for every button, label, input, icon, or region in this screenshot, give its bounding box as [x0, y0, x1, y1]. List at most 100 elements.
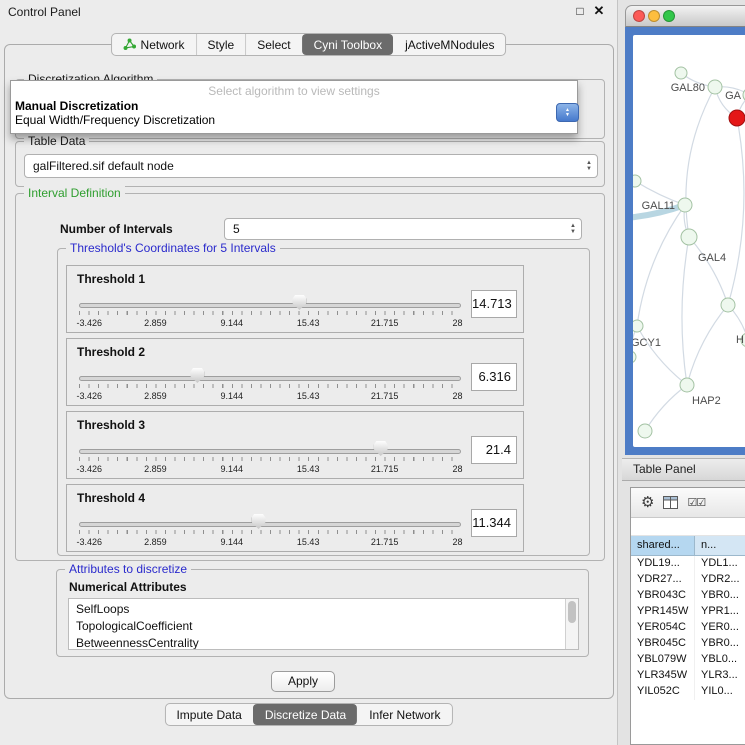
table-row[interactable]: YBR043CYBR0... — [631, 588, 745, 604]
threshold-slider[interactable]: -3.4262.8599.14415.4321.71528 — [79, 294, 461, 330]
network-node-gcy1[interactable] — [633, 320, 643, 332]
table-data-group: Table Data galFiltered.sif default node … — [15, 141, 605, 187]
table-panel-titlebar[interactable]: Table Panel — [622, 458, 745, 481]
table-filter-row — [631, 518, 745, 536]
combo-stepper-icon: ▲ ▼ — [567, 224, 581, 235]
slider-scale: -3.4262.8599.14415.4321.71528 — [79, 391, 461, 403]
network-edge[interactable] — [686, 87, 715, 237]
scale-label: 2.859 — [144, 464, 167, 474]
threshold-value-field[interactable]: 6.316 — [471, 363, 517, 391]
threshold-value-field[interactable]: 14.713 — [471, 290, 517, 318]
table-row[interactable]: YBL079WYBL0... — [631, 652, 745, 668]
table-cell: YBR0... — [695, 588, 745, 604]
tab-discretize-data[interactable]: Discretize Data — [253, 704, 357, 725]
attribute-item-selfloops[interactable]: SelfLoops — [69, 601, 564, 618]
table-row[interactable]: YDL19...YDL1... — [631, 556, 745, 572]
threshold-row: Threshold 4 -3.4262.8599.14415.4321.7152… — [66, 484, 524, 552]
interval-definition-group: Interval Definition Number of Intervals … — [15, 193, 605, 561]
network-canvas-svg: GAL80GAGAL11GAL4GCY1HHAP2 — [633, 35, 745, 447]
list-scrollbar[interactable] — [565, 599, 578, 649]
table-row[interactable]: YIL052CYIL0... — [631, 684, 745, 700]
table-row[interactable]: YBR045CYBR0... — [631, 636, 745, 652]
tab-label: jActiveMNodules — [405, 38, 494, 52]
numerical-attributes-list[interactable]: SelfLoopsTopologicalCoefficientBetweenne… — [68, 598, 579, 650]
slider-track[interactable] — [79, 303, 461, 308]
row-selection-icon[interactable]: ☑☑ — [687, 496, 705, 509]
column-header-1[interactable]: n... — [695, 536, 745, 556]
zoom-traffic-light[interactable] — [663, 10, 675, 22]
apply-button[interactable]: Apply — [271, 671, 335, 692]
slider-scale: -3.4262.8599.14415.4321.71528 — [79, 464, 461, 476]
gear-icon[interactable]: ⚙ — [641, 495, 654, 510]
network-node[interactable] — [675, 67, 687, 79]
attribute-item-topologicalcoefficient[interactable]: TopologicalCoefficient — [69, 618, 564, 635]
threshold-value-field[interactable]: 21.4 — [471, 436, 517, 464]
tab-infer-network[interactable]: Infer Network — [357, 704, 451, 725]
slider-track[interactable] — [79, 449, 461, 454]
tab-select[interactable]: Select — [245, 34, 301, 55]
table-row[interactable]: YLR345WYLR3... — [631, 668, 745, 684]
table-row[interactable]: YPR145WYPR1... — [631, 604, 745, 620]
threshold-slider[interactable]: -3.4262.8599.14415.4321.71528 — [79, 440, 461, 476]
network-edge[interactable] — [637, 326, 687, 385]
table-cell: YBR0... — [695, 636, 745, 652]
group-title-interval-definition: Interval Definition — [24, 186, 125, 200]
group-title-attributes: Attributes to discretize — [65, 562, 191, 576]
network-edge[interactable] — [728, 118, 744, 305]
network-node-gal11[interactable] — [678, 198, 692, 212]
algorithm-option-equal-width-frequency-discretization[interactable]: Equal Width/Frequency Discretization — [11, 113, 577, 127]
network-window-titlebar[interactable] — [625, 5, 745, 27]
network-edge[interactable] — [645, 385, 687, 431]
tab-style[interactable]: Style — [196, 34, 246, 55]
threshold-slider[interactable]: -3.4262.8599.14415.4321.71528 — [79, 513, 461, 549]
network-node-hap2[interactable] — [680, 378, 694, 392]
network-node-gal4[interactable] — [681, 229, 697, 245]
network-edge[interactable] — [682, 237, 689, 385]
combo-up-arrow-icon: ▲ — [586, 161, 592, 166]
column-header-0[interactable]: shared... — [631, 536, 695, 556]
scale-label: 21.715 — [371, 391, 399, 401]
table-columns-icon[interactable] — [663, 496, 678, 509]
network-node-selected[interactable] — [729, 110, 745, 126]
attributes-group: Attributes to discretize Numerical Attri… — [56, 569, 589, 657]
table-cell: YER0... — [695, 620, 745, 636]
network-node[interactable] — [633, 175, 641, 187]
scale-label: 28 — [452, 318, 462, 328]
scale-label: 28 — [452, 464, 462, 474]
table-data-select[interactable]: galFiltered.sif default node ▲ ▼ — [24, 154, 598, 178]
slider-track[interactable] — [79, 376, 461, 381]
algorithm-option-manual-discretization[interactable]: Manual Discretization — [11, 99, 577, 113]
minimize-traffic-light[interactable] — [648, 10, 660, 22]
scrollbar-thumb[interactable] — [568, 601, 576, 623]
scale-label: -3.426 — [76, 391, 102, 401]
node-label: GAL11 — [642, 200, 675, 212]
network-node-gal80[interactable] — [708, 80, 722, 94]
network-edge[interactable] — [689, 237, 728, 305]
threshold-value-field[interactable]: 11.344 — [471, 509, 517, 537]
checkbox-icon: ☑ — [696, 497, 705, 509]
close-window-button[interactable]: ✕ — [591, 3, 607, 19]
threshold-slider[interactable]: -3.4262.8599.14415.4321.71528 — [79, 367, 461, 403]
float-window-button[interactable]: □ — [572, 4, 588, 20]
algorithm-combo-button[interactable]: ▲ ▼ — [556, 103, 579, 122]
number-of-intervals-select[interactable]: 5 ▲ ▼ — [224, 218, 582, 240]
table-row[interactable]: YER054CYER0... — [631, 620, 745, 636]
network-node[interactable] — [721, 298, 735, 312]
popup-placeholder: Select algorithm to view settings — [11, 84, 577, 99]
attribute-item-betweennesscentrality[interactable]: BetweennessCentrality — [69, 635, 564, 650]
close-traffic-light[interactable] — [633, 10, 645, 22]
table-row[interactable]: YDR27...YDR2... — [631, 572, 745, 588]
tab-cyni-toolbox[interactable]: Cyni Toolbox — [302, 34, 393, 55]
network-node[interactable] — [638, 424, 652, 438]
scale-label: 9.144 — [221, 464, 244, 474]
network-node[interactable] — [633, 351, 636, 363]
slider-track[interactable] — [79, 522, 461, 527]
threshold-rows: Threshold 1 -3.4262.8599.14415.4321.7152… — [66, 265, 524, 557]
tab-jactivemnodules[interactable]: jActiveMNodules — [393, 34, 505, 55]
tab-network[interactable]: Network — [112, 34, 196, 55]
table-cell: YPR1... — [695, 604, 745, 620]
tab-impute-data[interactable]: Impute Data — [165, 704, 252, 725]
network-edge[interactable] — [637, 205, 685, 326]
network-canvas[interactable]: GAL80GAGAL11GAL4GCY1HHAP2 — [633, 35, 745, 447]
network-edge[interactable] — [687, 305, 728, 385]
